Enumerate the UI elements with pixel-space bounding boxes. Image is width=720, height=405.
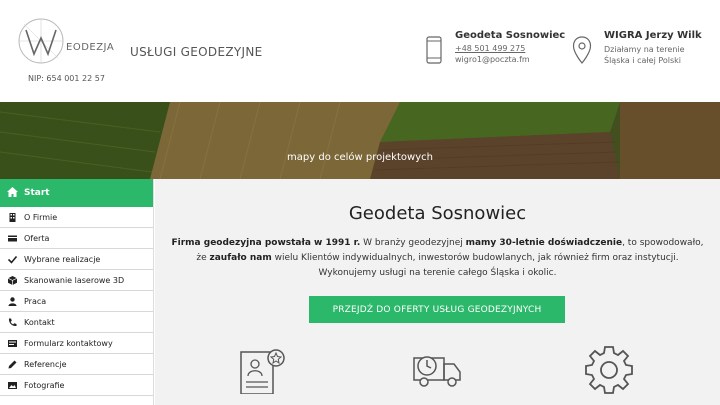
main-content: Geodeta Sosnowiec Firma geodezyjna powst… xyxy=(155,179,720,405)
sidebar-item-label: Kontakt xyxy=(24,317,55,327)
intro-text-3: że xyxy=(196,253,210,263)
site-header: EODEZJA NIP: 654 001 22 57 USŁUGI GEODEZ… xyxy=(0,0,720,102)
intro-bold-3: zaufało nam xyxy=(209,253,272,263)
intro-bold-1: Firma geodezyjna powstała w 1991 r. xyxy=(171,238,361,248)
hero-fields-image xyxy=(0,102,720,179)
sidebar-item-label: Start xyxy=(24,188,50,198)
form-icon xyxy=(0,339,24,348)
firm-name: WIGRA Jerzy Wilk xyxy=(604,30,702,41)
location-pin-icon xyxy=(572,36,592,64)
sidebar-item-label: Skanowanie laserowe 3D xyxy=(24,275,125,285)
intro-text-4: wielu Klientów indywidualnych, inwestoró… xyxy=(271,253,679,263)
sidebar-menu: Start O Firmie Oferta Wybrane realizacje… xyxy=(0,179,154,405)
sidebar-item-o-firmie[interactable]: O Firmie xyxy=(0,207,153,228)
page-title: Geodeta Sosnowiec xyxy=(348,203,527,224)
nip-number: NIP: 654 001 22 57 xyxy=(28,74,105,83)
pencil-icon xyxy=(0,360,24,369)
user-icon xyxy=(0,296,24,306)
sidebar-item-kontakt[interactable]: Kontakt xyxy=(0,312,153,333)
intro-bold-2: mamy 30-letnie doświadczenie xyxy=(465,238,623,248)
firm-area-line1: Działamy na terenie xyxy=(604,45,685,54)
sidebar-item-start[interactable]: Start xyxy=(0,179,153,207)
delivery-truck-clock-icon xyxy=(413,356,461,387)
logo-text: EODEZJA xyxy=(66,42,115,53)
card-icon xyxy=(0,234,24,243)
phone-link[interactable]: +48 501 499 275 xyxy=(455,44,565,53)
intro-text-2: , to spowodowało, xyxy=(622,238,704,248)
gear-icon xyxy=(585,346,633,394)
hero-banner: mapy do celów projektowych xyxy=(0,102,720,179)
sidebar-item-label: Oferta xyxy=(24,233,50,243)
building-icon xyxy=(0,212,24,222)
contact-info: Geodeta Sosnowiec +48 501 499 275 wigro1… xyxy=(455,30,565,64)
sidebar-item-label: Wybrane realizacje xyxy=(24,254,101,264)
sidebar-item-wybrane-realizacje[interactable]: Wybrane realizacje xyxy=(0,249,153,270)
cube-icon xyxy=(0,275,24,285)
image-icon xyxy=(0,381,24,390)
sidebar-item-skanowanie[interactable]: Skanowanie laserowe 3D xyxy=(0,270,153,291)
sidebar-item-label: Praca xyxy=(24,296,47,306)
certificate-document-icon xyxy=(240,349,285,394)
home-icon xyxy=(0,186,24,200)
sidebar-item-oferta[interactable]: Oferta xyxy=(0,228,153,249)
site-tagline: USŁUGI GEODEZYJNE xyxy=(130,45,263,59)
sidebar-item-referencje[interactable]: Referencje xyxy=(0,354,153,375)
phone-icon xyxy=(0,318,24,327)
offer-cta-button[interactable]: PRZEJDŹ DO OFERTY USŁUG GEODEZYJNYCH xyxy=(309,296,565,323)
sidebar-item-praca[interactable]: Praca xyxy=(0,291,153,312)
sidebar-item-label: Fotografie xyxy=(24,380,65,390)
company-logo[interactable] xyxy=(14,16,114,66)
sidebar-item-label: Referencje xyxy=(24,359,67,369)
intro-paragraph: Firma geodezyjna powstała w 1991 r. W br… xyxy=(165,236,710,281)
mobile-phone-icon xyxy=(426,36,442,64)
hero-caption: mapy do celów projektowych xyxy=(287,152,433,163)
sidebar-item-formularz[interactable]: Formularz kontaktowy xyxy=(0,333,153,354)
intro-text-5: Wykonujemy usługi na terenie całego Śląs… xyxy=(318,268,557,278)
firm-area-line2: Śląska i całej Polski xyxy=(604,56,682,65)
intro-text-1: W branży geodezyjnej xyxy=(360,238,466,248)
sidebar-item-label: O Firmie xyxy=(24,212,58,222)
sidebar-item-fotografie[interactable]: Fotografie xyxy=(0,375,153,396)
contact-title: Geodeta Sosnowiec xyxy=(455,30,566,41)
sidebar-item-label: Formularz kontaktowy xyxy=(24,338,113,348)
check-icon xyxy=(0,255,24,264)
firm-info: WIGRA Jerzy Wilk Działamy na terenie Ślą… xyxy=(604,30,702,66)
email-text[interactable]: wigro1@poczta.fm xyxy=(455,55,565,64)
